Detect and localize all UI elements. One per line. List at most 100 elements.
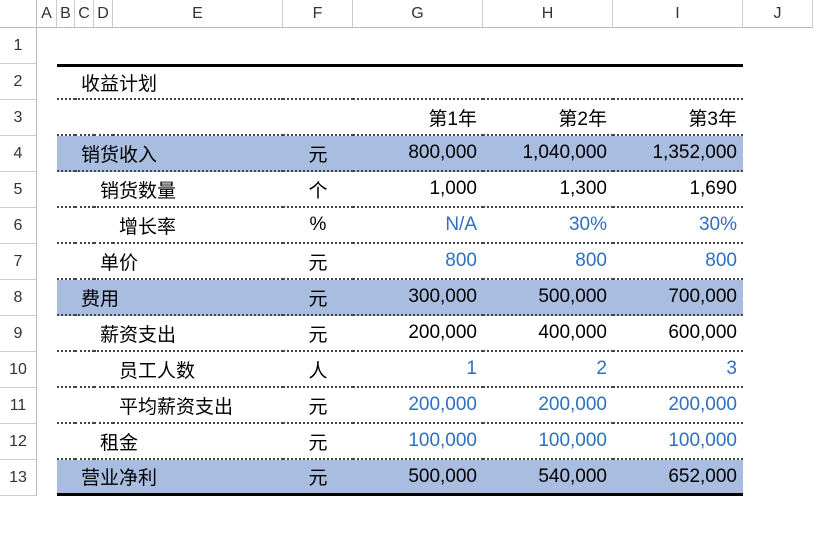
headcount-y1[interactable]: 1 [353,352,483,388]
cell[interactable] [613,64,743,100]
sales-qty-label[interactable]: 销货数量 [94,172,283,208]
net-y2[interactable]: 540,000 [483,460,613,496]
row-header-2[interactable]: 2 [0,64,37,100]
growth-y3[interactable]: 30% [613,208,743,244]
cell[interactable] [743,244,813,280]
sales-revenue-y2[interactable]: 1,040,000 [483,136,613,172]
cell[interactable] [37,244,57,280]
net-y1[interactable]: 500,000 [353,460,483,496]
net-y3[interactable]: 652,000 [613,460,743,496]
avg-salary-y2[interactable]: 200,000 [483,388,613,424]
cell[interactable] [57,424,75,460]
avg-salary-unit[interactable]: 元 [283,388,353,424]
cell[interactable] [94,28,113,64]
row-header-5[interactable]: 5 [0,172,37,208]
unit-price-y3[interactable]: 800 [613,244,743,280]
sales-qty-y2[interactable]: 1,300 [483,172,613,208]
cell[interactable] [37,208,57,244]
headcount-y3[interactable]: 3 [613,352,743,388]
cell[interactable] [353,64,483,100]
spreadsheet[interactable]: A B C D E F G H I J 1 2 收益计划 3 [0,0,816,534]
title-cell[interactable]: 收益计划 [75,64,283,100]
avg-salary-y1[interactable]: 200,000 [353,388,483,424]
expenses-y3[interactable]: 700,000 [613,280,743,316]
row-header-10[interactable]: 10 [0,352,37,388]
cell[interactable] [483,64,613,100]
net-label[interactable]: 营业净利 [75,460,283,496]
row-header-12[interactable]: 12 [0,424,37,460]
rent-y1[interactable]: 100,000 [353,424,483,460]
headcount-y2[interactable]: 2 [483,352,613,388]
row-header-3[interactable]: 3 [0,100,37,136]
col-header-E[interactable]: E [113,0,283,28]
year1-header[interactable]: 第1年 [353,100,483,136]
cell[interactable] [75,316,94,352]
row-header-6[interactable]: 6 [0,208,37,244]
cell[interactable] [743,316,813,352]
avg-salary-label[interactable]: 平均薪资支出 [113,388,283,424]
col-header-J[interactable]: J [743,0,813,28]
cell[interactable] [743,352,813,388]
row-header-1[interactable]: 1 [0,28,37,64]
cell[interactable] [113,28,283,64]
rent-y3[interactable]: 100,000 [613,424,743,460]
cell[interactable] [743,424,813,460]
cell[interactable] [37,172,57,208]
cell[interactable] [94,388,113,424]
col-header-A[interactable]: A [37,0,57,28]
cell[interactable] [37,280,57,316]
cell[interactable] [283,64,353,100]
row-header-8[interactable]: 8 [0,280,37,316]
cell[interactable] [743,208,813,244]
growth-y1[interactable]: N/A [353,208,483,244]
cell[interactable] [743,136,813,172]
col-header-G[interactable]: G [353,0,483,28]
cell[interactable] [94,352,113,388]
sales-revenue-y1[interactable]: 800,000 [353,136,483,172]
cell[interactable] [75,424,94,460]
cell[interactable] [37,64,57,100]
cell[interactable] [57,136,75,172]
row-header-11[interactable]: 11 [0,388,37,424]
rent-label[interactable]: 租金 [94,424,283,460]
cell[interactable] [743,64,813,100]
cell[interactable] [743,100,813,136]
salary-y3[interactable]: 600,000 [613,316,743,352]
expenses-y2[interactable]: 500,000 [483,280,613,316]
unit-price-unit[interactable]: 元 [283,244,353,280]
expenses-unit[interactable]: 元 [283,280,353,316]
cell[interactable] [57,244,75,280]
cell[interactable] [57,280,75,316]
cell[interactable] [57,28,75,64]
cell[interactable] [743,28,813,64]
cell[interactable] [75,388,94,424]
year3-header[interactable]: 第3年 [613,100,743,136]
cell[interactable] [743,280,813,316]
cell[interactable] [743,460,813,496]
cell[interactable] [75,172,94,208]
col-header-H[interactable]: H [483,0,613,28]
rent-unit[interactable]: 元 [283,424,353,460]
cell[interactable] [94,208,113,244]
col-header-F[interactable]: F [283,0,353,28]
cell[interactable] [75,352,94,388]
cell[interactable] [75,244,94,280]
cell[interactable] [75,28,94,64]
cell[interactable] [57,172,75,208]
cell[interactable] [57,460,75,496]
cell[interactable] [37,352,57,388]
cell[interactable] [57,100,75,136]
col-header-C[interactable]: C [75,0,94,28]
cell[interactable] [57,388,75,424]
cell[interactable] [353,28,483,64]
expenses-label[interactable]: 费用 [75,280,283,316]
row-header-4[interactable]: 4 [0,136,37,172]
row-header-7[interactable]: 7 [0,244,37,280]
col-header-B[interactable]: B [57,0,75,28]
col-header-D[interactable]: D [94,0,113,28]
cell[interactable] [94,100,113,136]
sales-revenue-y3[interactable]: 1,352,000 [613,136,743,172]
row-header-9[interactable]: 9 [0,316,37,352]
sales-qty-y1[interactable]: 1,000 [353,172,483,208]
headcount-label[interactable]: 员工人数 [113,352,283,388]
